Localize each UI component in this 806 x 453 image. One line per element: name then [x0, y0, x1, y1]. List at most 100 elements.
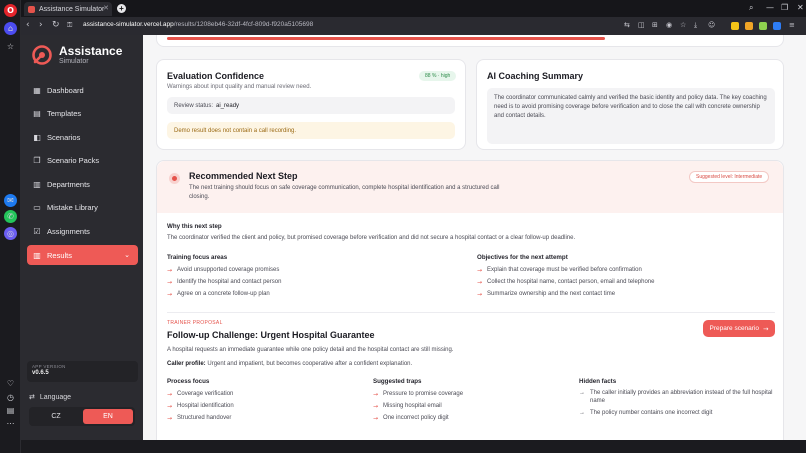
suggested-level-badge: Suggested level: Intermediate — [689, 171, 770, 183]
download-icon[interactable]: ⤓ — [694, 21, 697, 30]
forward-icon[interactable]: › — [39, 20, 43, 30]
confidence-badge: 88 % · high — [419, 71, 457, 81]
close-tab-icon[interactable]: ✕ — [103, 4, 109, 12]
extension-blue-icon[interactable] — [773, 22, 781, 30]
arrow-right-icon: → — [167, 266, 173, 274]
more-icon[interactable]: ⋯ — [4, 417, 17, 430]
sidebar-item-assignments[interactable]: ☑ Assignments — [27, 222, 138, 241]
lang-cz-button[interactable]: CZ — [31, 409, 81, 424]
coaching-title: AI Coaching Summary — [487, 71, 584, 81]
list-item: → The policy number contains one incorrec… — [579, 409, 775, 417]
app-sidebar: Assistance Simulator ▦ Dashboard ▤ Templat… — [21, 35, 143, 440]
traps-list: → Pressure to promise coverage → Missing h… — [373, 388, 463, 424]
list-item-text: The policy number contains one incorrect… — [590, 410, 713, 416]
prepare-scenario-label: Prepare scenario — [709, 325, 760, 332]
sidebar-item-label: Results — [47, 250, 73, 260]
facts-title: Hidden facts — [579, 378, 617, 385]
translate-icon[interactable]: ⇆ — [624, 21, 630, 29]
profile-icon[interactable]: ☺ — [708, 21, 715, 29]
discord-icon[interactable]: ◎ — [4, 227, 17, 240]
sidebar-item-departments[interactable]: ▥ Departments — [27, 175, 138, 194]
coaching-text: The coordinator communicated calmly and … — [487, 88, 775, 144]
brand-subtitle: Simulator — [59, 58, 89, 65]
document-icon: ▤ — [33, 109, 41, 118]
list-item: → One incorrect policy digit — [373, 412, 463, 424]
sidebar-item-label: Mistake Library — [47, 203, 98, 212]
back-icon[interactable]: ‹ — [26, 20, 30, 30]
sidebar-item-label: Scenario Packs — [47, 156, 100, 165]
bottom-bar — [21, 440, 806, 453]
heart-icon[interactable]: ♡ — [4, 377, 17, 390]
messenger-icon[interactable]: ✉ — [4, 194, 17, 207]
process-title: Process focus — [167, 378, 210, 385]
list-item: → Summarize ownership and the next contac… — [477, 288, 654, 300]
list-item-text: Explain that coverage must be verified b… — [487, 267, 642, 273]
sidebar-item-scenarios[interactable]: ◧ Scenarios — [27, 128, 138, 147]
target-icon — [169, 173, 180, 184]
lang-en-button[interactable]: EN — [83, 409, 133, 424]
downloads-icon[interactable]: ▤ — [4, 404, 17, 417]
sidebar-item-label: Scenarios — [47, 133, 81, 142]
brand-logo-icon — [32, 45, 52, 65]
sidebar-item-mistake-library[interactable]: ▭ Mistake Library — [27, 198, 138, 217]
list-item-text: Hospital identification — [177, 403, 234, 409]
tab-title: Assistance Simulator — [39, 5, 105, 13]
arrow-right-icon: → — [579, 410, 585, 416]
brand-title: Assistance — [59, 44, 123, 58]
list-item-text: Avoid unsupported coverage promises — [177, 267, 280, 273]
maximize-icon[interactable]: ❐ — [781, 3, 788, 12]
browser-sidebar: O ⌂ ☆ ✉ ✆ ◎ ♡ ◷ ▤ ⋯ — [0, 0, 21, 453]
app-version-box: APP VERSION v0.6.5 — [27, 361, 138, 382]
confidence-title: Evaluation Confidence — [167, 71, 265, 81]
minimize-icon[interactable]: — — [766, 3, 774, 12]
list-item: → Coverage verification — [167, 388, 234, 400]
focus-list: → Avoid unsupported coverage promises → Id… — [167, 264, 281, 300]
extension-green-icon[interactable] — [759, 22, 767, 30]
whatsapp-icon[interactable]: ✆ — [4, 210, 17, 223]
tab-bar: Assistance Simulator ✕ + ⌕ — ❐ ✕ — [21, 0, 806, 17]
url-field[interactable]: assistance-simulator.vercel.app/results/… — [83, 21, 313, 28]
home-icon[interactable]: ⌂ — [4, 22, 17, 35]
assignment-icon: ☑ — [33, 227, 41, 236]
extension-yellow-icon[interactable] — [731, 22, 739, 30]
process-list: → Coverage verification → Hospital identif… — [167, 388, 234, 424]
version-value: v0.6.5 — [32, 370, 49, 376]
extensions-menu-icon[interactable]: ≡ — [789, 21, 795, 29]
list-item: → Avoid unsupported coverage promises — [167, 264, 281, 276]
prepare-scenario-button[interactable]: Prepare scenario → — [703, 320, 775, 337]
book-icon: ▭ — [33, 203, 41, 212]
arrow-right-icon: → — [167, 414, 173, 422]
sidebar-item-dashboard[interactable]: ▦ Dashboard — [27, 81, 138, 100]
extension-orange-icon[interactable] — [745, 22, 753, 30]
arrow-right-icon: → — [477, 290, 483, 298]
sidebar-item-templates[interactable]: ▤ Templates — [27, 104, 138, 123]
sidebar-item-scenario-packs[interactable]: ❐ Scenario Packs — [27, 151, 138, 170]
reload-icon[interactable]: ↻ — [52, 20, 60, 30]
building-icon: ▥ — [33, 180, 41, 189]
confidence-warning: Demo result does not contain a call reco… — [167, 122, 455, 139]
browser-tab[interactable]: Assistance Simulator ✕ — [24, 2, 112, 16]
focus-title: Training focus areas — [167, 254, 228, 261]
language-label-text: Language — [39, 393, 72, 401]
next-step-title: Recommended Next Step — [189, 171, 298, 181]
arrow-right-icon: → — [167, 390, 173, 398]
site-info-icon[interactable]: ⚿ — [67, 21, 72, 30]
why-title: Why this next step — [167, 223, 222, 230]
previous-card — [156, 35, 784, 47]
url-path: /results/1208eb46-32df-4fcf-809d-f920a51… — [173, 21, 314, 28]
snapshot-icon[interactable]: ◫ — [638, 21, 645, 29]
list-item: → Missing hospital email — [373, 400, 463, 412]
vpn-icon[interactable]: ◉ — [666, 21, 672, 29]
new-tab-button[interactable]: + — [117, 4, 126, 13]
bookmark-star-icon[interactable]: ☆ — [680, 21, 686, 29]
history-icon[interactable]: ◷ — [4, 391, 17, 404]
opera-logo-icon[interactable]: O — [4, 4, 17, 17]
dashboard-icon: ▦ — [33, 86, 41, 95]
list-item-text: Summarize ownership and the next contact… — [487, 291, 616, 297]
close-window-icon[interactable]: ✕ — [797, 3, 804, 12]
easy-files-icon[interactable]: ⊞ — [652, 21, 658, 29]
list-item: → The caller initially provides an abbrev… — [579, 389, 775, 405]
search-tabs-icon[interactable]: ⌕ — [749, 3, 753, 13]
sidebar-item-results[interactable]: ▥ Results ⌄ — [27, 245, 138, 265]
bookmarks-icon[interactable]: ☆ — [4, 40, 17, 53]
